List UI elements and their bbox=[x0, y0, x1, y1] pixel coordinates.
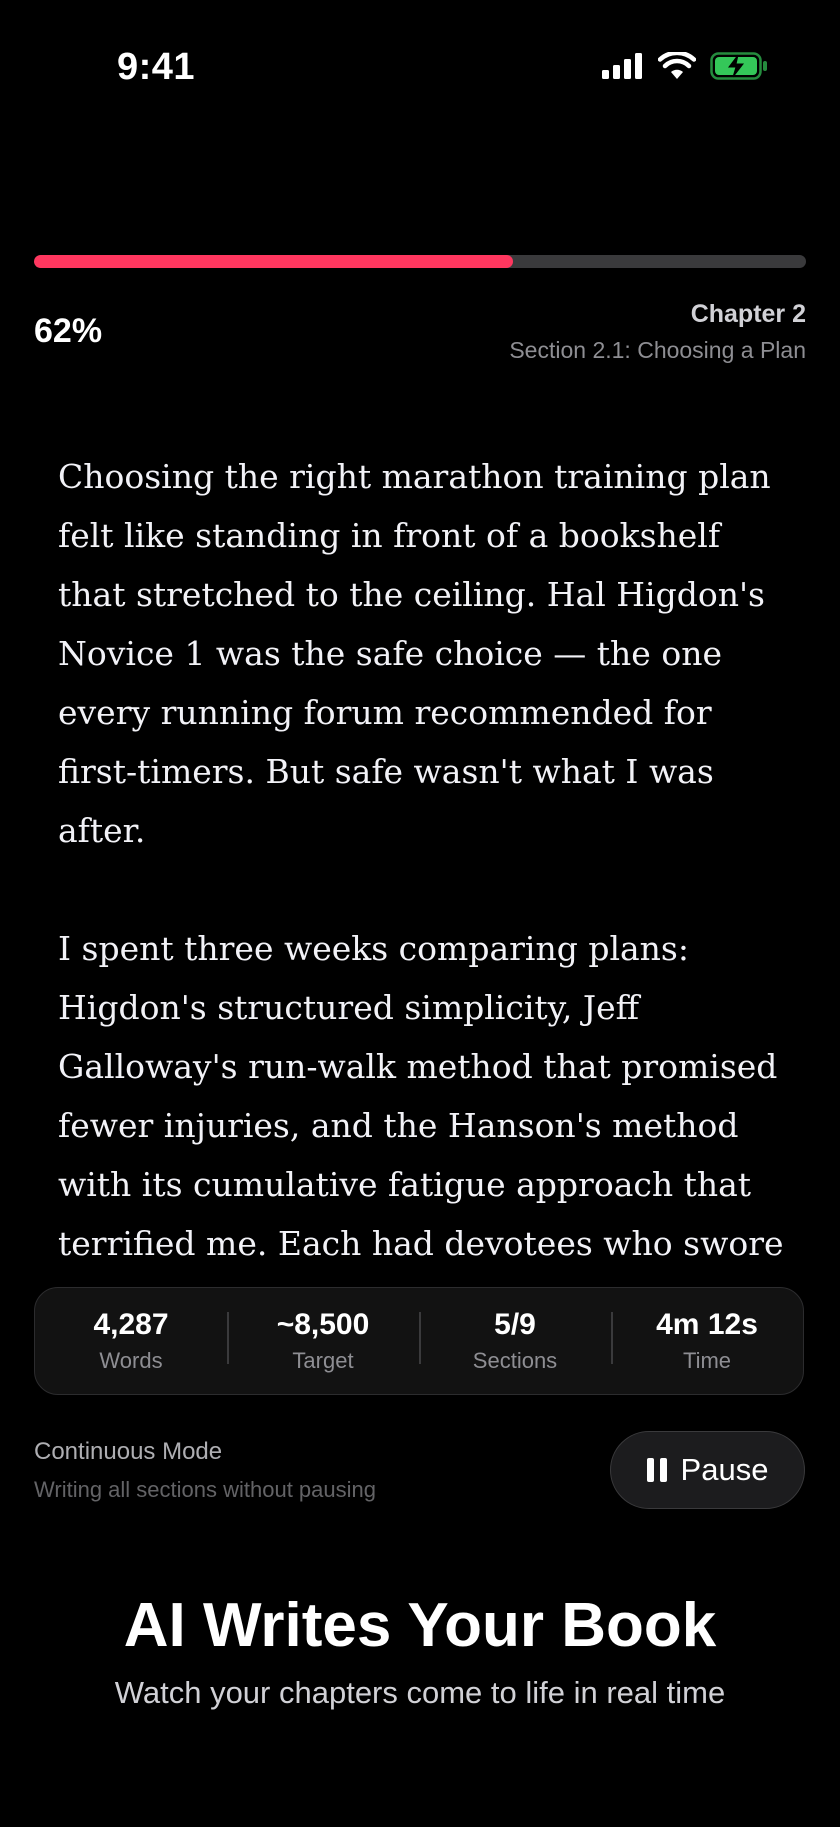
pause-icon bbox=[646, 1458, 667, 1482]
book-text: Choosing the right marathon training pla… bbox=[58, 447, 798, 1391]
stats-card: 4,287 Words ~8,500 Target 5/9 Sections 4… bbox=[34, 1287, 804, 1395]
mode-title: Continuous Mode bbox=[34, 1438, 223, 1465]
book-paragraph: Choosing the right marathon training pla… bbox=[58, 457, 771, 850]
stat-time: 4m 12s Time bbox=[611, 1308, 803, 1374]
progress-bar bbox=[34, 255, 806, 268]
progress-percent: 62% bbox=[34, 312, 103, 350]
progress-bar-fill bbox=[34, 255, 513, 268]
chapter-info: Chapter 2 Section 2.1: Choosing a Plan bbox=[509, 300, 806, 364]
status-time: 9:41 bbox=[117, 46, 196, 88]
stat-sections: 5/9 Sections bbox=[419, 1308, 611, 1374]
stat-label: Sections bbox=[472, 1348, 558, 1373]
hero-title: AI Writes Your Book bbox=[123, 1591, 717, 1660]
stat-target: ~8,500 Target bbox=[227, 1308, 419, 1374]
stat-value: 4,287 bbox=[93, 1308, 169, 1341]
battery-charging-icon bbox=[710, 52, 767, 80]
cellular-signal-icon bbox=[602, 53, 642, 79]
stat-label: Time bbox=[682, 1348, 732, 1373]
stat-label: Words bbox=[99, 1348, 163, 1373]
status-icons bbox=[602, 52, 768, 80]
wifi-icon bbox=[658, 52, 696, 79]
mode-subtitle: Writing all sections without pausing bbox=[34, 1477, 376, 1502]
stat-words: 4,287 Words bbox=[35, 1308, 227, 1374]
section-title: Section 2.1: Choosing a Plan bbox=[509, 337, 806, 363]
status-bar: 9:41 bbox=[0, 0, 840, 140]
hero-subtitle: Watch your chapters come to life in real… bbox=[114, 1675, 726, 1710]
stat-value: 4m 12s bbox=[656, 1308, 758, 1341]
stat-value: 5/9 bbox=[494, 1308, 536, 1341]
chapter-title: Chapter 2 bbox=[690, 300, 806, 328]
book-paragraph: I spent three weeks comparing plans: Hig… bbox=[58, 929, 784, 1322]
stat-label: Target bbox=[292, 1348, 354, 1373]
pause-button[interactable]: Pause bbox=[610, 1431, 805, 1509]
stat-value: ~8,500 bbox=[276, 1308, 370, 1341]
pause-button-label: Pause bbox=[680, 1452, 769, 1487]
